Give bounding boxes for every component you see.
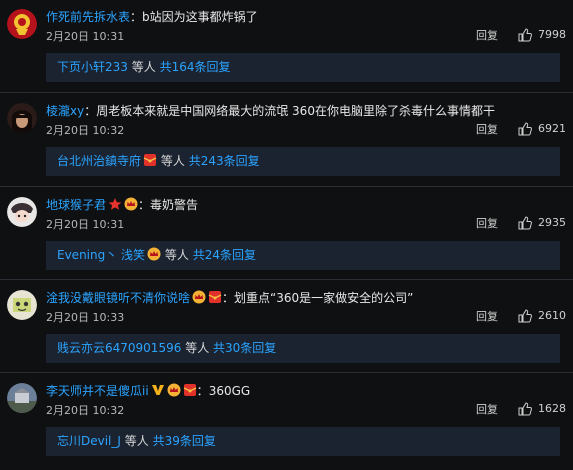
comment-item: 淦我没戴眼镜听不清你说啥 ：划重点“360是一家做安全的公司” 2月20日 10:… (0, 281, 573, 375)
comment-text: 划重点“360是一家做安全的公司” (234, 291, 414, 305)
sub-replies-box[interactable]: Evening丶 浅笑 等人 共24条回复 (46, 241, 560, 270)
red-packet-badge-icon (183, 383, 197, 397)
like-count: 1628 (538, 402, 566, 415)
username-link[interactable]: 淦我没戴眼镜听不清你说啥 (46, 291, 190, 305)
comment-time: 2月20日 10:31 (46, 30, 125, 43)
reply-button[interactable]: 回复 (476, 403, 498, 417)
comment-line: 李天师并不是傻瓜ii ：360GG (46, 382, 565, 400)
sub-reply-mid: 等人 (164, 248, 189, 262)
like-button[interactable]: 2610 (518, 308, 566, 324)
reply-button[interactable]: 回复 (476, 29, 498, 43)
comment-text: 周老板本来就是中国网络最大的流氓 360在你电脑里除了杀毒什么事情都干 (96, 104, 495, 118)
sub-replies-box[interactable]: 贱云亦云6470901596 等人 共30条回复 (46, 334, 560, 363)
sub-reply-user[interactable]: 忘川Devil_J (57, 434, 121, 448)
comment-item: 地球猴子君 ：毒奶警告 2月20日 10:31 回复 2935 Evening丶 … (0, 188, 573, 282)
like-count: 2610 (538, 309, 566, 322)
avatar[interactable] (7, 197, 37, 227)
sub-reply-count-link[interactable]: 共30条回复 (213, 341, 276, 355)
sub-reply-user[interactable]: Evening丶 浅笑 (57, 248, 145, 262)
sub-reply-user[interactable]: 台北州治鎮寺府 (57, 154, 141, 168)
crown-badge-icon (124, 197, 138, 211)
like-count: 2935 (538, 216, 566, 229)
like-count: 7998 (538, 28, 566, 41)
reply-button[interactable]: 回复 (476, 123, 498, 137)
comment-time: 2月20日 10:32 (46, 404, 125, 417)
star-badge-icon (108, 197, 122, 211)
comment-line: 棱瀧xy：周老板本来就是中国网络最大的流氓 360在你电脑里除了杀毒什么事情都干 (46, 102, 565, 120)
comment-text: 毒奶警告 (150, 198, 199, 212)
divider (0, 92, 573, 93)
like-button[interactable]: 2935 (518, 215, 566, 231)
username-link[interactable]: 李天师并不是傻瓜ii (46, 384, 149, 398)
sub-replies-box[interactable]: 忘川Devil_J 等人 共39条回复 (46, 427, 560, 456)
sub-reply-count-link[interactable]: 共39条回复 (153, 434, 216, 448)
avatar[interactable] (7, 103, 37, 133)
reply-button[interactable]: 回复 (476, 310, 498, 324)
red-packet-badge-icon (143, 153, 157, 167)
sub-reply-mid: 等人 (185, 341, 210, 355)
sub-reply-count-link[interactable]: 共164条回复 (160, 60, 231, 74)
like-count: 6921 (538, 122, 566, 135)
crown-badge-icon (167, 383, 181, 397)
comment-item: 作死前先拆水表：b站因为这事都炸锅了 2月20日 10:31 回复 7998 下… (0, 0, 573, 94)
username-link[interactable]: 棱瀧xy (46, 104, 84, 118)
colon-separator: ： (222, 291, 235, 305)
like-button[interactable]: 7998 (518, 27, 566, 43)
sub-reply-user[interactable]: 贱云亦云6470901596 (57, 341, 181, 355)
username-link[interactable]: 作死前先拆水表 (46, 10, 130, 24)
comment-time: 2月20日 10:32 (46, 124, 125, 137)
reply-button[interactable]: 回复 (476, 217, 498, 231)
sub-reply-user[interactable]: 下页小轩233 (57, 60, 128, 74)
thumbs-up-icon (518, 402, 532, 416)
colon-separator: ： (196, 384, 209, 398)
sub-reply-mid: 等人 (131, 60, 156, 74)
comment-time: 2月20日 10:33 (46, 311, 125, 324)
avatar[interactable] (7, 290, 37, 320)
thumbs-up-icon (518, 309, 532, 323)
comment-text: b站因为这事都炸锅了 (142, 10, 258, 24)
thumbs-up-icon (518, 216, 532, 230)
comment-time: 2月20日 10:31 (46, 218, 125, 231)
colon-separator: ： (130, 10, 143, 24)
comment-list: 作死前先拆水表：b站因为这事都炸锅了 2月20日 10:31 回复 7998 下… (0, 0, 573, 470)
v-badge-icon (151, 383, 165, 397)
sub-replies-box[interactable]: 下页小轩233 等人 共164条回复 (46, 53, 560, 82)
comment-text: 360GG (208, 384, 251, 398)
thumbs-up-icon (518, 28, 532, 42)
like-button[interactable]: 6921 (518, 121, 566, 137)
comment-line: 地球猴子君 ：毒奶警告 (46, 196, 565, 214)
comment-line: 淦我没戴眼镜听不清你说啥 ：划重点“360是一家做安全的公司” (46, 289, 565, 307)
colon-separator: ： (138, 198, 151, 212)
colon-separator: ： (84, 104, 97, 118)
avatar[interactable] (7, 9, 37, 39)
sub-reply-count-link[interactable]: 共243条回复 (189, 154, 260, 168)
thumbs-up-icon (518, 122, 532, 136)
comment-item: 李天师并不是傻瓜ii ：360GG 2月20日 10:32 回复 1628 忘川D… (0, 374, 573, 468)
sub-reply-count-link[interactable]: 共24条回复 (193, 248, 256, 262)
avatar[interactable] (7, 383, 37, 413)
comment-line: 作死前先拆水表：b站因为这事都炸锅了 (46, 8, 565, 26)
crown-badge-icon (192, 290, 206, 304)
divider (0, 279, 573, 280)
like-button[interactable]: 1628 (518, 401, 566, 417)
username-link[interactable]: 地球猴子君 (46, 198, 106, 212)
divider (0, 372, 573, 373)
comment-item: 棱瀧xy：周老板本来就是中国网络最大的流氓 360在你电脑里除了杀毒什么事情都干… (0, 94, 573, 188)
divider (0, 186, 573, 187)
sub-reply-mid: 等人 (160, 154, 185, 168)
sub-replies-box[interactable]: 台北州治鎮寺府 等人 共243条回复 (46, 147, 560, 176)
sub-reply-mid: 等人 (124, 434, 149, 448)
crown-badge-icon (147, 247, 161, 261)
red-packet-badge-icon (208, 290, 222, 304)
